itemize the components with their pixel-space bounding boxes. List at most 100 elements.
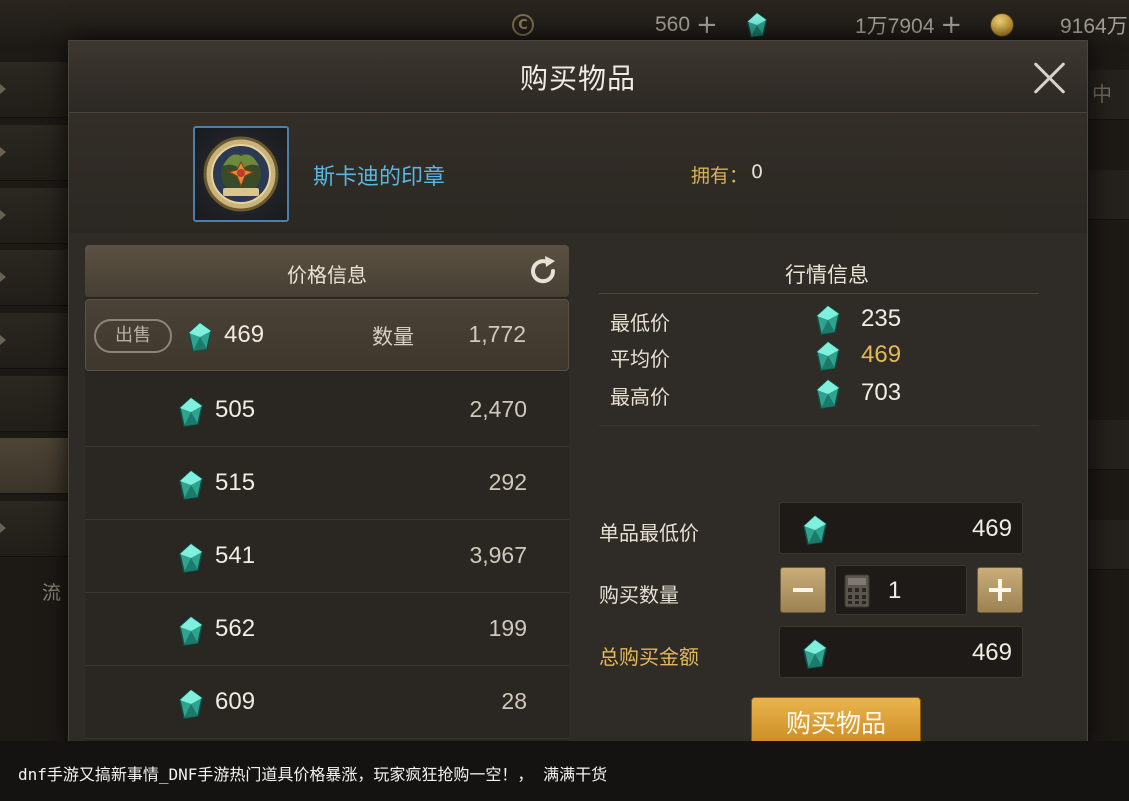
sidebar-tab[interactable] <box>0 125 68 181</box>
gem-icon <box>816 341 840 371</box>
minus-icon <box>793 588 813 592</box>
divider <box>599 425 1039 426</box>
background-right-panel <box>1088 50 1129 750</box>
dialog-header: 购买物品 <box>69 41 1087 113</box>
gem-icon <box>179 470 203 500</box>
unit-min-price-field: 469 <box>779 502 1023 554</box>
gem-icon <box>816 305 840 335</box>
close-icon[interactable] <box>1029 57 1069 97</box>
gem-icon <box>188 322 212 352</box>
chevron-right-icon <box>0 147 6 157</box>
row-price: 541 <box>215 542 256 569</box>
currency-1-value: 560 <box>655 13 691 36</box>
right-cell <box>1088 420 1129 470</box>
avg-price-value: 469 <box>861 341 902 368</box>
sidebar-partial-label: 流 <box>42 582 62 604</box>
gem-icon <box>746 12 768 38</box>
divider <box>599 293 1039 294</box>
dialog-title: 购买物品 <box>519 62 636 95</box>
quantity-decrease-button[interactable] <box>780 567 826 613</box>
refresh-button[interactable] <box>525 253 561 289</box>
min-price-value: 235 <box>861 305 902 332</box>
gem-icon <box>179 616 203 646</box>
caption-text: dnf手游又搞新事情_DNF手游热门道具价格暴涨，玩家疯狂抢购一空！， 满满干货 <box>18 765 608 784</box>
owned-value: 0 <box>751 161 764 183</box>
caption-bar: dnf手游又搞新事情_DNF手游热门道具价格暴涨，玩家疯狂抢购一空！， 满满干货 <box>0 741 1129 801</box>
gold-coin-icon <box>990 13 1014 37</box>
currency-2-value: 1万7904 <box>855 15 935 38</box>
quantity-value: 1 <box>888 577 902 604</box>
calculator-icon <box>844 574 870 608</box>
row-qty-label: 数量 <box>372 325 414 349</box>
market-info-title: 行情信息 <box>785 263 869 287</box>
plus-icon <box>989 579 1011 601</box>
total-price-value: 469 <box>971 639 1012 666</box>
avg-price-label: 平均价 <box>610 347 670 371</box>
item-name: 斯卡迪的印章 <box>313 165 446 190</box>
price-row[interactable]: 609 28 <box>85 667 569 739</box>
max-price-value: 703 <box>861 379 902 406</box>
min-price-label: 最低价 <box>610 311 670 335</box>
refresh-icon <box>531 256 556 284</box>
currency-1-value-group: 560 + <box>655 10 718 40</box>
sidebar-tab-active[interactable] <box>0 438 68 494</box>
price-row[interactable]: 505 2,470 <box>85 375 569 447</box>
row-qty: 28 <box>501 688 527 714</box>
quantity-increase-button[interactable] <box>977 567 1023 613</box>
row-price: 469 <box>224 321 265 348</box>
row-qty: 2,470 <box>469 396 527 422</box>
right-partial-label: 中 <box>1092 82 1112 106</box>
total-price-field: 469 <box>779 626 1023 678</box>
quantity-input[interactable]: 1 <box>835 565 967 615</box>
price-row[interactable]: 出售 469 数量 1,772 <box>85 299 569 371</box>
currency-2-icon-wrap <box>746 10 768 40</box>
gem-icon <box>179 689 203 719</box>
gem-icon <box>803 639 827 669</box>
currency-2-value-group: 1万7904 + <box>855 10 962 40</box>
row-price: 515 <box>215 469 256 496</box>
sidebar-tab[interactable] <box>0 62 68 118</box>
owned-label: 拥有： <box>691 165 749 187</box>
right-cell <box>1088 170 1129 220</box>
chevron-right-icon <box>0 210 6 220</box>
chevron-right-icon <box>0 84 6 94</box>
c-coin-icon: C <box>512 14 534 36</box>
row-qty: 292 <box>488 469 527 495</box>
chevron-right-icon <box>0 523 6 533</box>
item-icon-frame[interactable] <box>193 126 289 222</box>
sell-badge: 出售 <box>94 319 172 353</box>
total-price-label: 总购买金额 <box>599 645 699 669</box>
sidebar-tab[interactable] <box>0 250 68 306</box>
row-qty: 199 <box>488 615 527 641</box>
unit-min-price-value: 469 <box>971 515 1012 542</box>
chevron-right-icon <box>0 272 6 282</box>
sidebar-tab[interactable] <box>0 376 68 432</box>
price-row[interactable]: 515 292 <box>85 448 569 520</box>
gem-icon <box>179 543 203 573</box>
gem-icon <box>816 379 840 409</box>
currency-1-add-button[interactable]: + <box>696 12 718 38</box>
row-qty: 3,967 <box>469 542 527 568</box>
gem-icon <box>179 397 203 427</box>
currency-3-icon-wrap <box>990 10 1014 40</box>
price-list: 出售 469 数量 1,772 505 2,470 515 292 541 3,… <box>85 297 569 749</box>
purchase-dialog: 购买物品 斯卡迪的印章 拥有： 0 价格信息 出售 469 数量 1,772 5… <box>68 40 1088 751</box>
sidebar-tab[interactable] <box>0 188 68 244</box>
price-row[interactable]: 541 3,967 <box>85 521 569 593</box>
quantity-label: 购买数量 <box>599 583 679 607</box>
currency-3-value-group: 9164万 <box>1060 10 1128 40</box>
price-info-title: 价格信息 <box>287 263 367 287</box>
price-info-header: 价格信息 <box>85 245 569 297</box>
sidebar-tab[interactable] <box>0 501 68 557</box>
seal-icon <box>203 136 279 212</box>
price-row[interactable]: 562 199 <box>85 594 569 666</box>
currency-2-add-button[interactable]: + <box>940 12 962 38</box>
row-price: 562 <box>215 615 256 642</box>
right-cell <box>1088 520 1129 570</box>
item-info: 斯卡迪的印章 拥有： 0 <box>69 113 1087 233</box>
chevron-right-icon <box>0 335 6 345</box>
background-sidebar <box>0 50 68 750</box>
row-qty: 1,772 <box>468 321 526 347</box>
row-price: 505 <box>215 396 256 423</box>
sidebar-tab[interactable] <box>0 313 68 369</box>
